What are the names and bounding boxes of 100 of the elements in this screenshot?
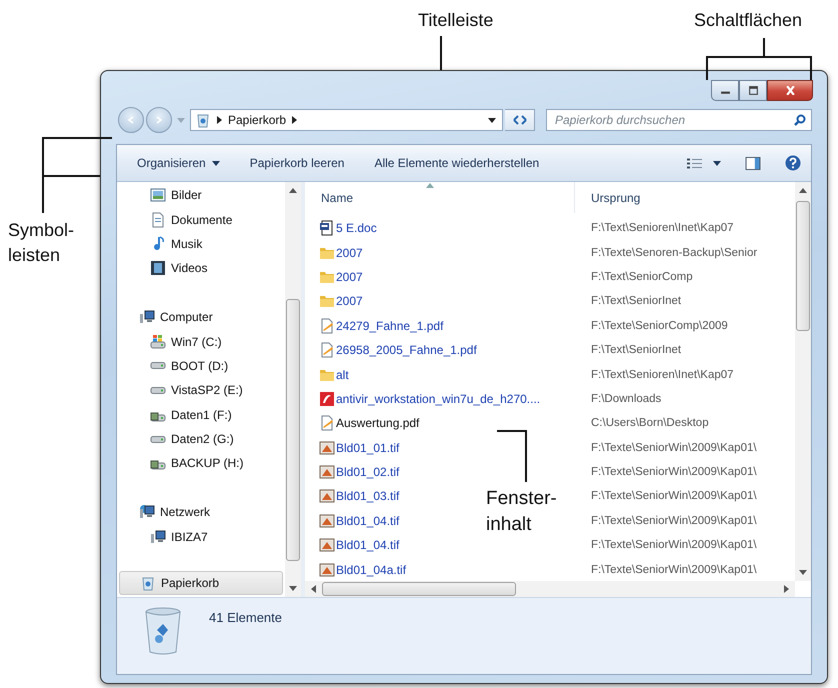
word-document-icon [319, 220, 335, 236]
nav-item[interactable]: Daten1 (F:) [117, 402, 285, 427]
image-file-icon [319, 440, 335, 456]
table-cell-text: F:\Text\SeniorInet [590, 295, 682, 308]
refresh-button[interactable] [505, 109, 535, 131]
folder-icon [319, 293, 335, 310]
sort-arrow-icon [426, 183, 434, 188]
image-file-icon [319, 562, 335, 578]
table-cell-text: F:\Downloads [590, 392, 662, 405]
nav-item[interactable]: Win7 (C:) [117, 329, 285, 354]
preview-pane-icon[interactable] [745, 156, 761, 170]
maximize-button[interactable] [739, 80, 767, 101]
recycle-bin-icon [195, 112, 211, 128]
drive-icon [150, 334, 166, 350]
nav-item[interactable]: Netzwerk [117, 500, 285, 524]
document-icon [319, 415, 335, 432]
nav-item[interactable]: Dokumente [117, 207, 285, 232]
table-cell-text: F:\Texte\SeniorWin\2009\Kap01\ [590, 539, 757, 552]
drive-icon [150, 436, 166, 443]
breadcrumb[interactable]: Papierkorb [228, 113, 286, 127]
table-cell-text: F:\Text\SeniorComp [590, 270, 693, 283]
image-file-icon [319, 537, 335, 554]
file-name[interactable]: antivir_workstation_win7u_de_h270.... [336, 392, 540, 406]
menu-button[interactable]: Organisieren [129, 152, 228, 174]
file-name[interactable]: 2007 [336, 294, 363, 308]
file-name[interactable]: Bld01_02.tif [336, 465, 400, 480]
scroll-down-icon[interactable] [799, 570, 807, 575]
file-name[interactable]: Bld01_01.tif [336, 440, 400, 455]
scrollbar[interactable] [795, 182, 811, 581]
nav-item[interactable]: Videos [117, 256, 285, 281]
nav-item[interactable]: Musik [117, 232, 285, 256]
view-options-icon[interactable] [687, 156, 703, 170]
table-cell-text: F:\Texte\Senoren-Backup\Senior [590, 246, 758, 259]
film-strip-icon [150, 260, 166, 276]
file-name[interactable]: 24279_Fahne_1.pdf [336, 318, 444, 333]
minimize-button[interactable] [711, 80, 739, 101]
app-icon [319, 390, 335, 407]
caret-icon [212, 160, 220, 166]
file-name[interactable]: 26958_2005_Fahne_1.pdf [336, 343, 477, 358]
file-name[interactable]: Auswertung.pdf [336, 416, 420, 430]
monitor-icon [150, 528, 166, 545]
table-cell-text: C:\Users\Born\Desktop [590, 417, 709, 430]
table-cell-text: F:\Texte\SeniorWin\2009\Kap01\ [590, 514, 757, 527]
nav-item[interactable]: Computer [117, 304, 285, 330]
close-button[interactable] [767, 80, 813, 101]
scroll-left-icon[interactable] [311, 585, 316, 593]
scroll-up-icon[interactable] [289, 188, 297, 193]
dropdown-caret-icon[interactable] [713, 160, 721, 166]
file-name[interactable]: alt [336, 368, 349, 382]
scrollbar-thumb[interactable] [322, 582, 516, 596]
file-name[interactable]: Bld01_04.tif [336, 538, 400, 552]
nav-item[interactable]: BACKUP (H:) [117, 451, 285, 476]
document-icon [319, 318, 335, 334]
search-field[interactable]: Papierkorb durchsuchen [546, 109, 812, 131]
table-cell-text: F:\Text\Senioren\Inet\Kap07 [590, 222, 734, 234]
table-cell-text: F:\Texte\SeniorWin\2009\Kap01\ [590, 466, 757, 478]
scroll-down-icon[interactable] [289, 586, 297, 591]
file-name[interactable]: 2007 [336, 246, 363, 260]
image-file-icon [319, 464, 335, 480]
nav-item[interactable]: VistaSP2 (E:) [117, 378, 285, 403]
dropdown-caret-icon[interactable] [488, 118, 496, 122]
file-name[interactable]: 5 E.doc [336, 221, 377, 236]
nav-item[interactable]: Bilder [117, 183, 285, 208]
column-header[interactable]: Ursprung [575, 182, 795, 213]
file-name[interactable]: Bld01_04a.tif [336, 562, 406, 577]
recycle-bin-icon [140, 574, 156, 591]
file-name[interactable]: Bld01_04.tif [336, 514, 400, 528]
toolbar-button[interactable]: Papierkorb leeren [242, 152, 352, 174]
column-header[interactable]: Name [305, 182, 575, 213]
callout-label: Titelleiste [418, 10, 494, 31]
table-cell-text: F:\Texte\SeniorComp\2009 [590, 320, 728, 332]
scroll-up-icon[interactable] [799, 188, 807, 193]
scroll-right-icon[interactable] [784, 585, 789, 593]
nav-item[interactable]: Papierkorb [119, 570, 283, 595]
image-file-icon [319, 488, 335, 504]
callout-label: Schaltflächen [694, 10, 802, 31]
breadcrumb-arrow-icon[interactable] [292, 116, 298, 124]
maximize-icon [748, 86, 758, 95]
toolbar-button[interactable]: Alle Elemente wiederherstellen [366, 152, 548, 174]
nav-item[interactable]: IBIZA7 [117, 524, 285, 549]
scrollbar[interactable] [285, 182, 301, 597]
search-icon[interactable] [794, 114, 806, 126]
breadcrumb-arrow-icon[interactable] [217, 116, 222, 124]
file-name[interactable]: Bld01_03.tif [336, 489, 400, 504]
scrollbar[interactable] [305, 581, 795, 597]
table-cell-text: F:\Texte\SeniorWin\2009\Kap01\ [590, 564, 757, 576]
nav-item[interactable]: Daten2 (G:) [117, 426, 285, 452]
recycle-bin-icon [143, 606, 183, 656]
globe-monitor-icon [139, 504, 155, 520]
table-cell-text: F:\Text\Senioren\Inet\Kap07 [590, 368, 734, 381]
scrollbar-thumb[interactable] [796, 201, 810, 331]
scrollbar-thumb[interactable] [286, 299, 300, 561]
address-bar[interactable]: Papierkorb [190, 109, 503, 131]
nav-item[interactable]: BOOT (D:) [117, 354, 285, 378]
table-cell-text: F:\Texte\SeniorWin\2009\Kap01\ [590, 490, 757, 502]
file-name[interactable]: 2007 [336, 270, 363, 284]
table-cell-text: F:\Text\SeniorInet [590, 344, 682, 356]
image-file-icon [319, 512, 335, 529]
help-icon[interactable] [785, 155, 801, 171]
callout-label: Symbol-leisten [8, 219, 76, 268]
